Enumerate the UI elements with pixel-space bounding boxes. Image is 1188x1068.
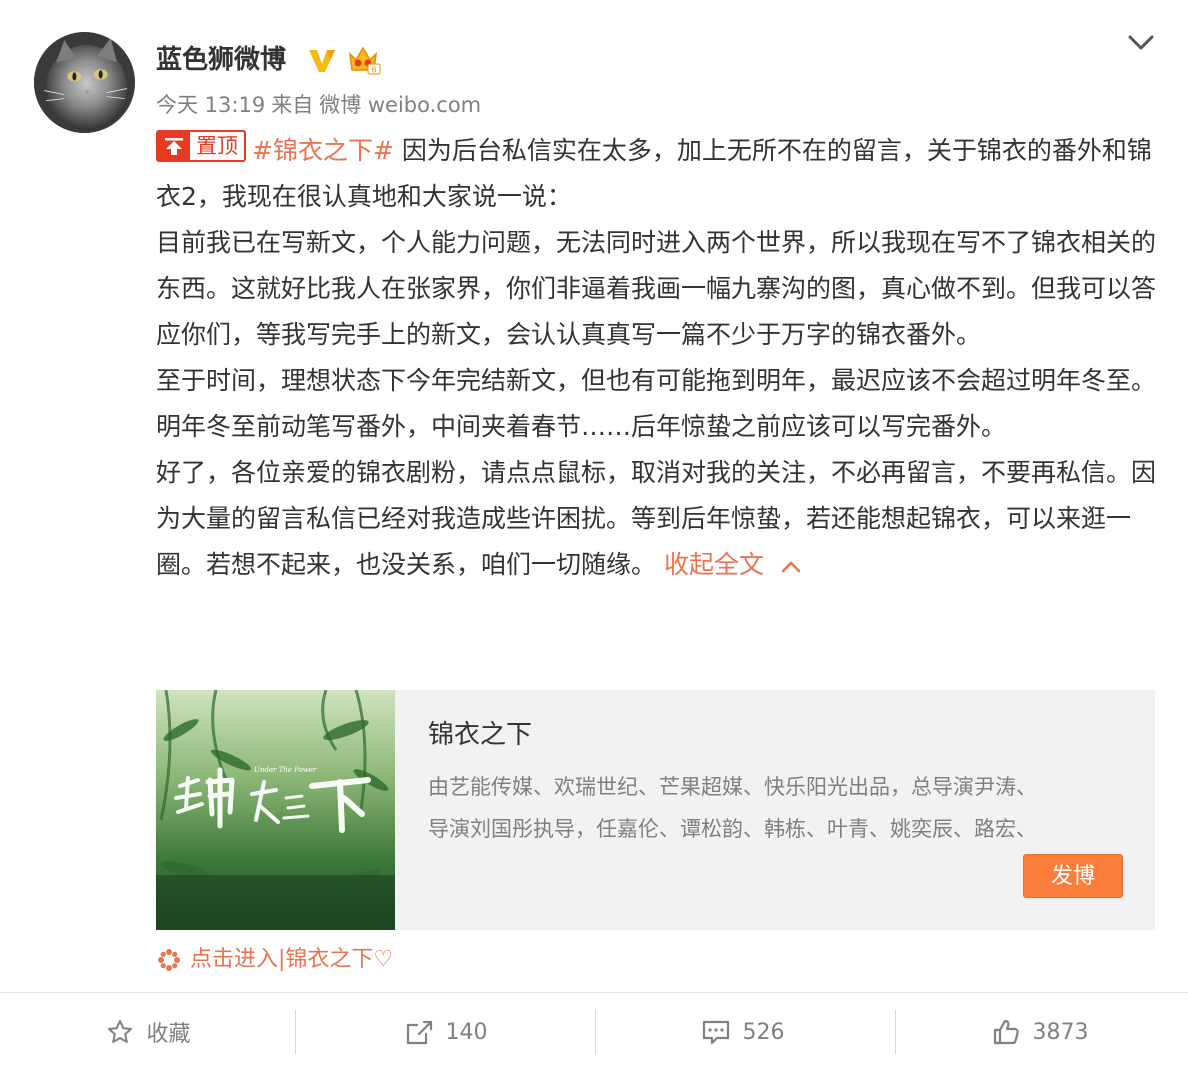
card-desc-line-1: 由艺能传媒、欢瑞世纪、芒果超媒、快乐阳光出品，总导演尹涛、 <box>428 775 1037 799</box>
post-content: 置顶 #锦衣之下# 因为后台私信实在太多，加上无所不在的留言，关于锦衣的番外和锦衣… <box>156 128 1156 589</box>
pinned-badge: 置顶 <box>156 130 246 162</box>
favorite-button[interactable]: 收藏 <box>0 1008 297 1056</box>
post-source[interactable]: 微博 weibo.com <box>319 93 481 117</box>
collapse-full-text-link[interactable]: 收起全文 <box>664 550 802 579</box>
post-paragraph-4: 好了，各位亲爱的锦衣剧粉，请点点鼠标，取消对我的关注，不必再留言，不要再私信。因… <box>156 450 1156 589</box>
super-topic-label: 点击进入|锦衣之下♡ <box>190 947 394 972</box>
post-paragraph-4-text: 好了，各位亲爱的锦衣剧粉，请点点鼠标，取消对我的关注，不必再留言，不要再私信。因… <box>156 458 1157 579</box>
divider <box>0 992 1188 993</box>
action-separator <box>595 1010 596 1054</box>
action-separator <box>295 1010 296 1054</box>
post-paragraph-3: 至于时间，理想状态下今年完结新文，但也有可能拖到明年，最迟应该不会超过明年冬至。… <box>156 366 1157 441</box>
cat-avatar-image <box>34 32 135 133</box>
thumbs-up-icon <box>993 1019 1019 1045</box>
repost-count: 140 <box>445 1019 488 1045</box>
username[interactable]: 蓝色狮微博 <box>156 42 286 78</box>
star-icon <box>108 1020 133 1043</box>
svg-text:6: 6 <box>371 66 376 75</box>
card-title[interactable]: 锦衣之下 <box>428 718 532 752</box>
chevron-down-icon[interactable] <box>1124 26 1158 58</box>
pin-label: 置顶 <box>196 134 238 158</box>
comment-icon <box>702 1020 729 1045</box>
post-time[interactable]: 今天 13:19 <box>156 93 265 117</box>
comment-button[interactable]: 526 <box>594 1008 891 1056</box>
source-prefix: 来自 <box>271 93 314 117</box>
pin-top-icon <box>158 132 190 160</box>
like-count: 3873 <box>1032 1019 1089 1045</box>
verified-badge-icon <box>306 44 338 76</box>
collapse-label: 收起全文 <box>663 550 764 579</box>
super-topic-icon <box>158 949 180 971</box>
post-paragraph-2: 目前我已在写新文，个人能力问题，无法同时进入两个世界，所以我现在写不了锦衣相关的… <box>156 228 1157 349</box>
card-desc-line-2: 导演刘国彤执导，任嘉伦、谭松韵、韩栋、叶青、姚奕辰、路宏、 <box>428 817 1037 841</box>
like-button[interactable]: 3873 <box>891 1008 1188 1056</box>
repost-icon <box>406 1020 432 1045</box>
card-description: 由艺能传媒、欢瑞世纪、芒果超媒、快乐阳光出品，总导演尹涛、 导演刘国彤执导，任嘉… <box>428 766 1128 850</box>
post-button[interactable]: 发博 <box>1023 854 1123 898</box>
chevron-up-icon <box>780 543 802 589</box>
comment-count: 526 <box>742 1019 785 1045</box>
drama-poster-image[interactable]: Under The Power <box>156 690 395 930</box>
poster-small-text: Under The Power <box>254 766 317 774</box>
vip-crown-icon[interactable]: 6 <box>346 44 382 76</box>
post-paragraph: 置顶 #锦衣之下# 因为后台私信实在太多，加上无所不在的留言，关于锦衣的番外和锦衣… <box>156 128 1156 220</box>
repost-button[interactable]: 140 <box>297 1008 594 1056</box>
super-topic-link[interactable]: 点击进入|锦衣之下♡ <box>156 944 393 976</box>
topic-link[interactable]: #锦衣之下# <box>252 136 394 165</box>
action-separator <box>895 1010 896 1054</box>
topic-card[interactable]: Under The Power 锦衣之下 由艺能传媒、欢瑞世纪、芒果超媒、快乐阳… <box>156 690 1155 930</box>
post-meta: 今天 13:19 来自 微博 weibo.com <box>156 90 487 120</box>
avatar[interactable] <box>34 32 135 133</box>
action-bar: 收藏 140 526 3873 <box>0 1008 1188 1056</box>
favorite-label: 收藏 <box>146 1022 191 1047</box>
